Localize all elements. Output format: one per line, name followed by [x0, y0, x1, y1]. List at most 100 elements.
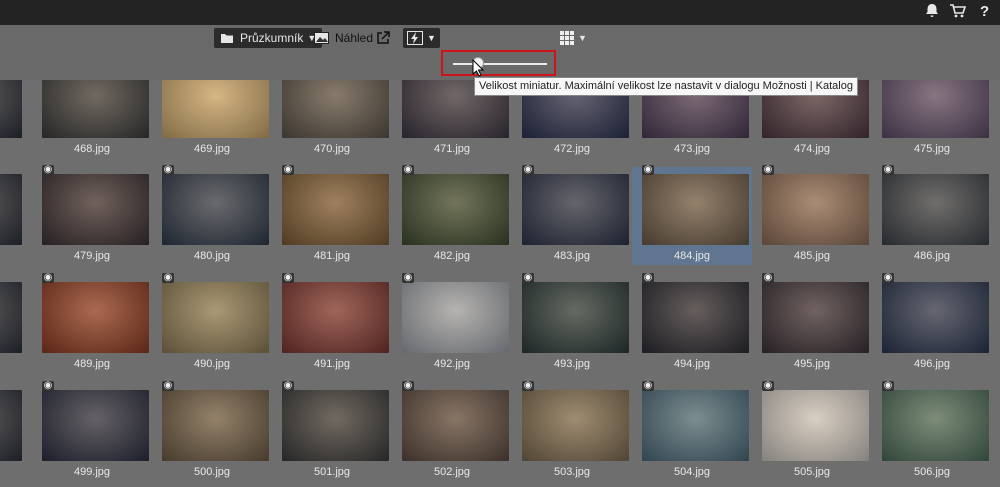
thumbnail-image[interactable]: [642, 282, 749, 353]
thumbnail-cell[interactable]: ◉ 485.jpg: [752, 165, 872, 265]
thumbnail-cell[interactable]: 469.jpg: [152, 80, 272, 158]
thumbnail-filename: 503.jpg: [553, 466, 591, 478]
thumbnail-image[interactable]: [642, 390, 749, 461]
chevron-down-icon: ▼: [578, 33, 587, 43]
thumbnail-cell[interactable]: ◉ 481.jpg: [272, 164, 392, 265]
thumbnail-image[interactable]: [0, 282, 22, 353]
flash-button[interactable]: ▼: [403, 28, 440, 48]
camera-icon: ◉: [882, 272, 894, 283]
thumbnail-cell[interactable]: ◉ 490.jpg: [152, 273, 272, 373]
thumbnail-filename: 472.jpg: [553, 143, 591, 155]
camera-icon: ◉: [522, 272, 534, 283]
thumbnail-cell[interactable]: ◉ 506.jpg: [872, 381, 992, 481]
thumbnail-image[interactable]: [522, 390, 629, 461]
help-icon[interactable]: ?: [980, 3, 989, 21]
thumbnail-image[interactable]: [402, 174, 509, 245]
thumbnail-image[interactable]: [162, 174, 269, 245]
thumbnail-cell[interactable]: ◉ 484.jpg: [632, 164, 752, 265]
thumbnail-cell[interactable]: ◉ 495.jpg: [752, 273, 872, 373]
open-external-button[interactable]: [376, 28, 390, 48]
thumbnail-cell[interactable]: ◉ 482.jpg: [392, 165, 512, 265]
thumbnail-cell[interactable]: ◉ 499.jpg: [32, 380, 152, 481]
thumbnail-cell[interactable]: ◉ 492.jpg: [392, 273, 512, 373]
thumbnail-image[interactable]: [282, 174, 389, 245]
camera-icon: ◉: [282, 164, 294, 175]
thumbnail-image[interactable]: [282, 80, 389, 138]
thumbnail-filename: 499.jpg: [73, 466, 111, 478]
thumbnail-image[interactable]: [282, 282, 389, 353]
thumbnail-filename: 468.jpg: [73, 143, 111, 155]
preview-button[interactable]: Náhled: [314, 28, 373, 48]
thumbnail-cell[interactable]: ◉ 504.jpg: [632, 381, 752, 481]
thumbnail-cell[interactable]: ◉ 491.jpg: [272, 273, 392, 373]
grid-view-button[interactable]: ▼: [560, 28, 587, 48]
camera-icon: ◉: [522, 164, 534, 175]
thumbnail-filename: 482.jpg: [433, 250, 471, 262]
thumbnail-cell[interactable]: 475.jpg: [872, 80, 992, 158]
bell-icon[interactable]: [924, 3, 940, 24]
thumbnail-filename: 474.jpg: [793, 143, 831, 155]
thumbnail-filename: 501.jpg: [313, 466, 351, 478]
thumbnail-image[interactable]: [0, 390, 22, 461]
thumbnail-cell-partial[interactable]: [0, 80, 25, 158]
thumbnail-filename: 486.jpg: [913, 250, 951, 262]
thumbnail-cell[interactable]: ◉ 494.jpg: [632, 273, 752, 373]
thumbnail-cell[interactable]: 468.jpg: [32, 80, 152, 158]
thumbnail-cell[interactable]: ◉ 502.jpg: [392, 381, 512, 481]
thumbnail-image[interactable]: [0, 80, 22, 138]
camera-icon: ◉: [642, 164, 654, 175]
thumbnail-image[interactable]: [162, 80, 269, 138]
thumbnail-cell[interactable]: ◉ 493.jpg: [512, 272, 632, 373]
thumbnail-cell[interactable]: ◉ 500.jpg: [152, 381, 272, 481]
thumbnail-filename: 506.jpg: [913, 466, 951, 478]
thumbnail-cell-partial[interactable]: [0, 275, 25, 373]
thumbnail-image[interactable]: [162, 282, 269, 353]
thumbnail-image[interactable]: [882, 390, 989, 461]
thumbnail-image[interactable]: [42, 80, 149, 138]
thumbnail-image[interactable]: [882, 174, 989, 245]
thumbnail-size-slider[interactable]: [441, 50, 556, 76]
thumbnail-filename: 484.jpg: [673, 250, 711, 262]
thumbnail-cell[interactable]: ◉ 501.jpg: [272, 381, 392, 481]
thumbnail-cell[interactable]: ◉ 496.jpg: [872, 272, 992, 373]
thumbnail-image[interactable]: [642, 174, 749, 245]
thumbnail-image[interactable]: [882, 80, 989, 138]
thumbnail-filename: 479.jpg: [73, 250, 111, 262]
thumbnail-image[interactable]: [42, 174, 149, 245]
thumbnail-image[interactable]: [282, 390, 389, 461]
thumbnail-cell[interactable]: ◉ 486.jpg: [872, 165, 992, 265]
camera-icon: ◉: [522, 380, 534, 391]
thumbnail-image[interactable]: [882, 282, 989, 353]
thumbnail-cell[interactable]: ◉ 503.jpg: [512, 380, 632, 481]
thumbnail-image[interactable]: [42, 390, 149, 461]
thumbnail-filename: 495.jpg: [793, 358, 831, 370]
thumbnail-cell[interactable]: ◉ 479.jpg: [32, 165, 152, 265]
thumbnail-filename: 491.jpg: [313, 358, 351, 370]
thumbnail-image[interactable]: [522, 282, 629, 353]
thumbnail-image[interactable]: [762, 174, 869, 245]
slider-track: [453, 63, 547, 65]
thumbnail-image[interactable]: [162, 390, 269, 461]
thumbnail-image[interactable]: [402, 282, 509, 353]
thumbnail-cell[interactable]: ◉ 489.jpg: [32, 273, 152, 373]
thumbnail-image[interactable]: [762, 282, 869, 353]
thumbnail-image[interactable]: [762, 390, 869, 461]
chevron-down-icon: ▼: [427, 33, 436, 43]
thumbnail-image[interactable]: [0, 174, 22, 245]
thumbnail-image[interactable]: [402, 390, 509, 461]
thumbnail-cell-partial[interactable]: [0, 167, 25, 265]
thumbnail-image[interactable]: [522, 174, 629, 245]
thumbnail-cell[interactable]: 470.jpg: [272, 80, 392, 158]
thumbnail-filename: 500.jpg: [193, 466, 231, 478]
thumbnail-filename: 490.jpg: [193, 358, 231, 370]
cart-icon[interactable]: [949, 3, 967, 24]
explorer-label: Průzkumník: [240, 31, 304, 45]
external-link-icon: [377, 31, 390, 44]
thumbnail-cell[interactable]: ◉ 505.jpg: [752, 381, 872, 481]
explorer-button[interactable]: Průzkumník ▼: [214, 28, 323, 48]
thumbnail-cell[interactable]: ◉ 480.jpg: [152, 165, 272, 265]
thumbnail-cell[interactable]: ◉ 483.jpg: [512, 164, 632, 265]
thumbnail-cell-partial[interactable]: [0, 383, 25, 481]
thumbnail-image[interactable]: [42, 282, 149, 353]
camera-icon: ◉: [42, 380, 54, 391]
